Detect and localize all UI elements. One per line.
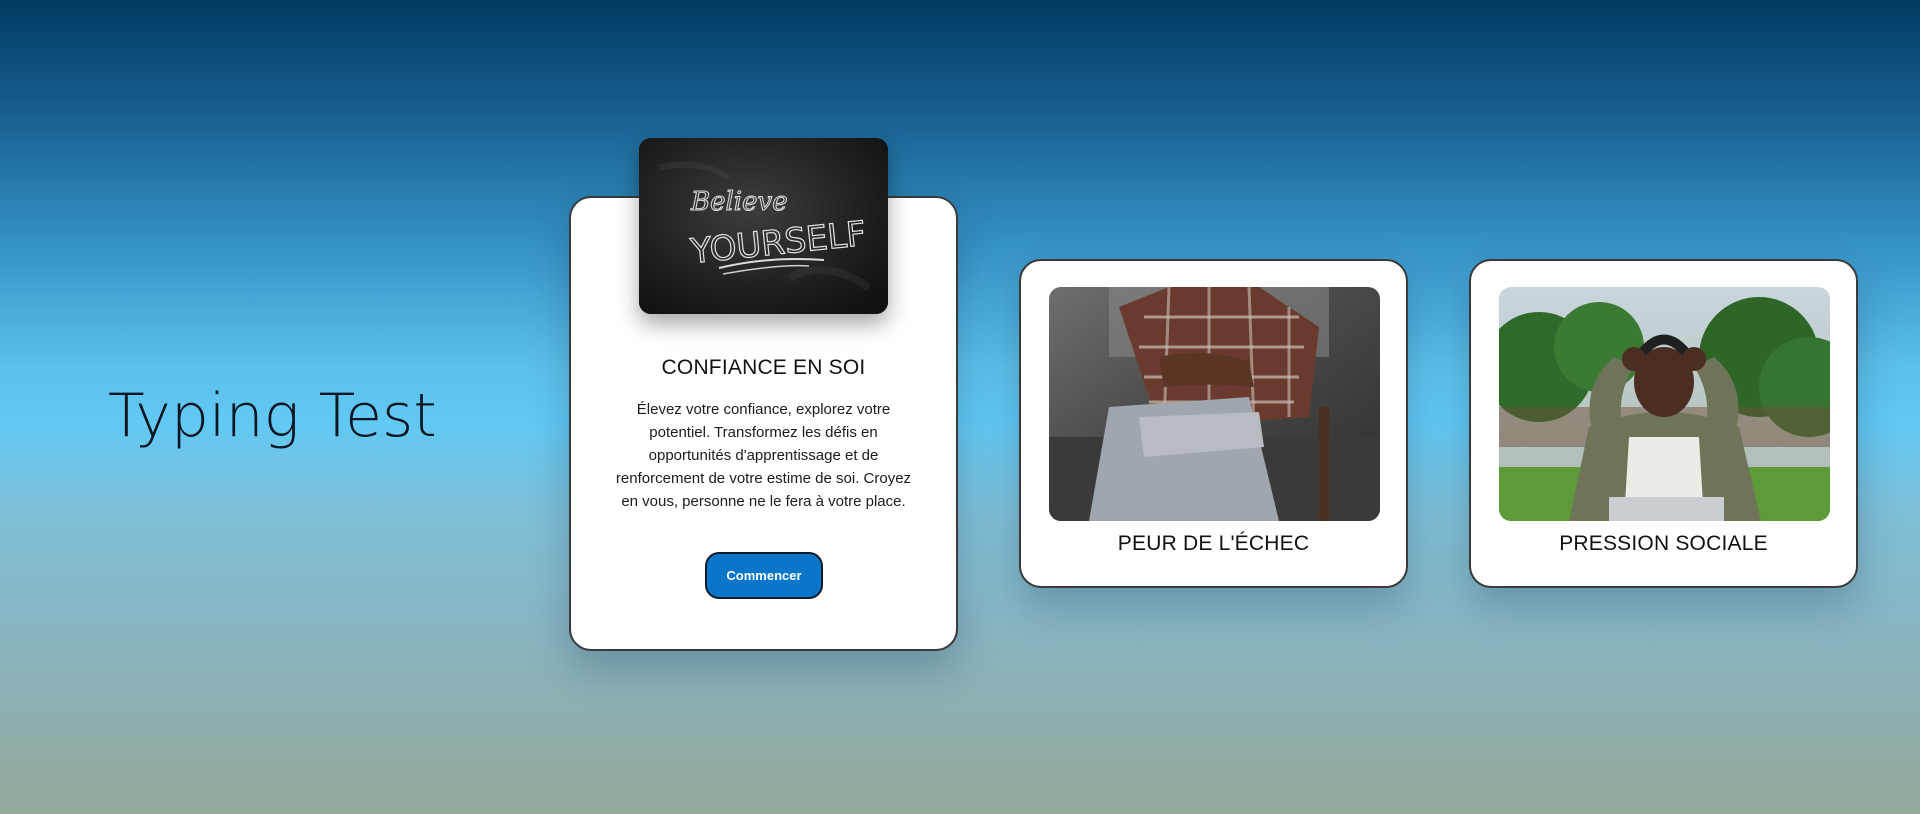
card-title: CONFIANCE EN SOI xyxy=(661,356,866,379)
card-title: PEUR DE L'ÉCHEC xyxy=(1117,532,1310,555)
chalk-text-believe: Believe xyxy=(690,187,788,217)
person-hugging-knees-photo xyxy=(1049,287,1380,521)
card-pression-sociale[interactable]: PRESSION SOCIALE xyxy=(1469,259,1858,588)
start-button[interactable]: Commencer xyxy=(705,552,823,599)
card-description: Élevez votre confiance, explorez votre p… xyxy=(615,401,912,510)
believe-yourself-chalkboard-image: Believe YOURSELF xyxy=(639,138,888,314)
stressed-man-laptop-photo xyxy=(1499,287,1830,521)
card-title: PRESSION SOCIALE xyxy=(1559,532,1768,555)
card-peur-de-lechec[interactable]: PEUR DE L'ÉCHEC xyxy=(1019,259,1408,588)
page-title: Typing Test xyxy=(108,381,437,451)
